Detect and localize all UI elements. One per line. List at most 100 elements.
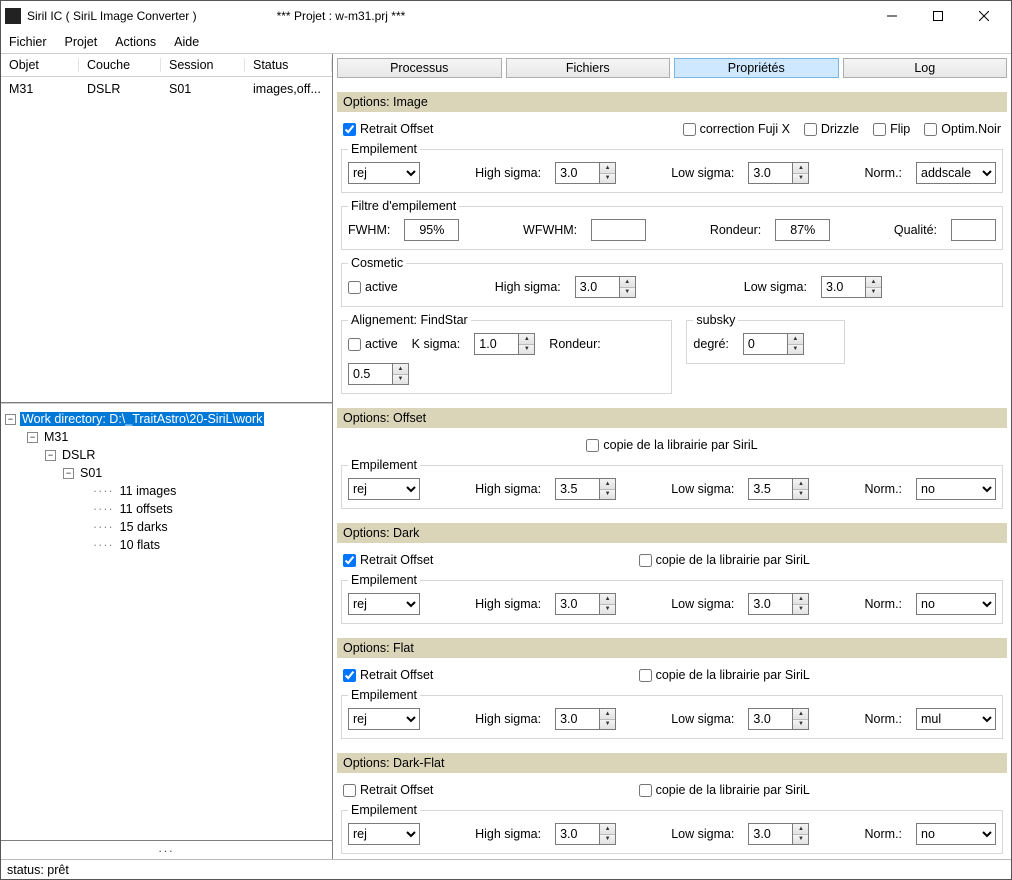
input-high-sigma-image[interactable]: ▲▼	[555, 162, 616, 184]
spin-down-icon[interactable]: ▼	[600, 605, 615, 615]
tree-collapse-icon[interactable]: −	[63, 468, 74, 479]
tree-collapse-icon[interactable]: −	[45, 450, 56, 461]
tree-view[interactable]: − Work directory: D:\_TraitAstro\20-Siri…	[1, 404, 332, 841]
tab-log[interactable]: Log	[843, 58, 1008, 78]
input-wfwhm[interactable]	[591, 219, 646, 241]
tab-proprietes[interactable]: Propriétés	[674, 58, 839, 78]
input-cos-low[interactable]: ▲▼	[821, 276, 882, 298]
tab-processus[interactable]: Processus	[337, 58, 502, 78]
spin-up-icon[interactable]: ▲	[866, 277, 881, 288]
select-empilement-flat[interactable]: rej	[348, 708, 420, 730]
input-low-sigma-darkflat[interactable]: ▲▼	[748, 823, 809, 845]
tab-fichiers[interactable]: Fichiers	[506, 58, 671, 78]
spin-down-icon[interactable]: ▼	[793, 605, 808, 615]
spin-up-icon[interactable]: ▲	[600, 163, 615, 174]
checkbox-optim-noir[interactable]: Optim.Noir	[924, 122, 1001, 136]
spin-up-icon[interactable]: ▲	[788, 334, 803, 345]
minimize-button[interactable]	[869, 1, 915, 31]
checkbox-retrait-offset-darkflat[interactable]: Retrait Offset	[343, 783, 433, 797]
maximize-button[interactable]	[915, 1, 961, 31]
select-empilement-darkflat[interactable]: rej	[348, 823, 420, 845]
input-qualite[interactable]	[951, 219, 996, 241]
spin-down-icon[interactable]: ▼	[620, 288, 635, 298]
col-session[interactable]: Session	[161, 58, 245, 72]
spin-up-icon[interactable]: ▲	[793, 709, 808, 720]
spin-down-icon[interactable]: ▼	[866, 288, 881, 298]
menu-actions[interactable]: Actions	[115, 35, 156, 49]
spin-up-icon[interactable]: ▲	[793, 163, 808, 174]
select-empilement-dark[interactable]: rej	[348, 593, 420, 615]
input-fwhm[interactable]	[404, 219, 459, 241]
col-status[interactable]: Status	[245, 58, 332, 72]
checkbox-retrait-offset-image[interactable]: Retrait Offset	[343, 122, 433, 136]
spin-up-icon[interactable]: ▲	[600, 824, 615, 835]
checkbox-flip[interactable]: Flip	[873, 122, 910, 136]
select-empilement-offset[interactable]: rej	[348, 478, 420, 500]
menu-aide[interactable]: Aide	[174, 35, 199, 49]
spin-up-icon[interactable]: ▲	[793, 824, 808, 835]
select-empilement-image[interactable]: rej	[348, 162, 420, 184]
input-subsky-degre[interactable]: ▲▼	[743, 333, 804, 355]
table-row[interactable]: M31 DSLR S01 images,off...	[1, 77, 332, 100]
spin-down-icon[interactable]: ▼	[793, 835, 808, 845]
tree-node-s01[interactable]: − S01	[5, 464, 328, 482]
menu-projet[interactable]: Projet	[65, 35, 98, 49]
input-high-sigma-dark[interactable]: ▲▼	[555, 593, 616, 615]
tree-node-m31[interactable]: − M31	[5, 428, 328, 446]
select-norm-darkflat[interactable]: no	[916, 823, 996, 845]
col-objet[interactable]: Objet	[1, 58, 79, 72]
select-norm-offset[interactable]: no	[916, 478, 996, 500]
spin-up-icon[interactable]: ▲	[793, 479, 808, 490]
ellipsis-bar[interactable]: ...	[1, 841, 332, 859]
spin-down-icon[interactable]: ▼	[788, 345, 803, 355]
input-high-sigma-flat[interactable]: ▲▼	[555, 708, 616, 730]
input-cos-high[interactable]: ▲▼	[575, 276, 636, 298]
spin-down-icon[interactable]: ▼	[600, 174, 615, 184]
tree-leaf-offsets[interactable]: ····11 offsets	[5, 500, 328, 518]
checkbox-retrait-offset-dark[interactable]: Retrait Offset	[343, 553, 433, 567]
menu-fichier[interactable]: Fichier	[9, 35, 47, 49]
spin-up-icon[interactable]: ▲	[393, 364, 408, 375]
checkbox-retrait-offset-flat[interactable]: Retrait Offset	[343, 668, 433, 682]
checkbox-copielib-flat[interactable]: copie de la librairie par SiriL	[639, 668, 810, 682]
spin-up-icon[interactable]: ▲	[600, 479, 615, 490]
spin-down-icon[interactable]: ▼	[519, 345, 534, 355]
checkbox-align-active[interactable]: active	[348, 337, 398, 351]
checkbox-copielib-darkflat[interactable]: copie de la librairie par SiriL	[639, 783, 810, 797]
close-button[interactable]	[961, 1, 1007, 31]
spin-down-icon[interactable]: ▼	[600, 835, 615, 845]
tree-node-dslr[interactable]: − DSLR	[5, 446, 328, 464]
spin-up-icon[interactable]: ▲	[793, 594, 808, 605]
spin-down-icon[interactable]: ▼	[393, 375, 408, 385]
checkbox-cosmetic-active[interactable]: active	[348, 280, 398, 294]
spin-up-icon[interactable]: ▲	[519, 334, 534, 345]
input-rondeur-filtre[interactable]	[775, 219, 830, 241]
input-low-sigma-dark[interactable]: ▲▼	[748, 593, 809, 615]
select-norm-flat[interactable]: mul	[916, 708, 996, 730]
spin-down-icon[interactable]: ▼	[600, 720, 615, 730]
tree-collapse-icon[interactable]: −	[5, 414, 16, 425]
spin-up-icon[interactable]: ▲	[600, 709, 615, 720]
spin-down-icon[interactable]: ▼	[793, 490, 808, 500]
input-low-sigma-image[interactable]: ▲▼	[748, 162, 809, 184]
input-low-sigma-offset[interactable]: ▲▼	[748, 478, 809, 500]
tree-leaf-darks[interactable]: ····15 darks	[5, 518, 328, 536]
spin-down-icon[interactable]: ▼	[793, 174, 808, 184]
spin-up-icon[interactable]: ▲	[620, 277, 635, 288]
input-ksigma[interactable]: ▲▼	[474, 333, 535, 355]
checkbox-copielib-dark[interactable]: copie de la librairie par SiriL	[639, 553, 810, 567]
spin-down-icon[interactable]: ▼	[793, 720, 808, 730]
input-rondeur-align[interactable]: ▲▼	[348, 363, 409, 385]
tree-root[interactable]: − Work directory: D:\_TraitAstro\20-Siri…	[5, 410, 328, 428]
checkbox-copielib-offset[interactable]: copie de la librairie par SiriL	[586, 438, 757, 452]
spin-up-icon[interactable]: ▲	[600, 594, 615, 605]
spin-down-icon[interactable]: ▼	[600, 490, 615, 500]
checkbox-correction-fuji[interactable]: correction Fuji X	[683, 122, 790, 136]
col-couche[interactable]: Couche	[79, 58, 161, 72]
input-high-sigma-darkflat[interactable]: ▲▼	[555, 823, 616, 845]
input-high-sigma-offset[interactable]: ▲▼	[555, 478, 616, 500]
checkbox-drizzle[interactable]: Drizzle	[804, 122, 859, 136]
tree-collapse-icon[interactable]: −	[27, 432, 38, 443]
input-low-sigma-flat[interactable]: ▲▼	[748, 708, 809, 730]
tree-leaf-images[interactable]: ····11 images	[5, 482, 328, 500]
